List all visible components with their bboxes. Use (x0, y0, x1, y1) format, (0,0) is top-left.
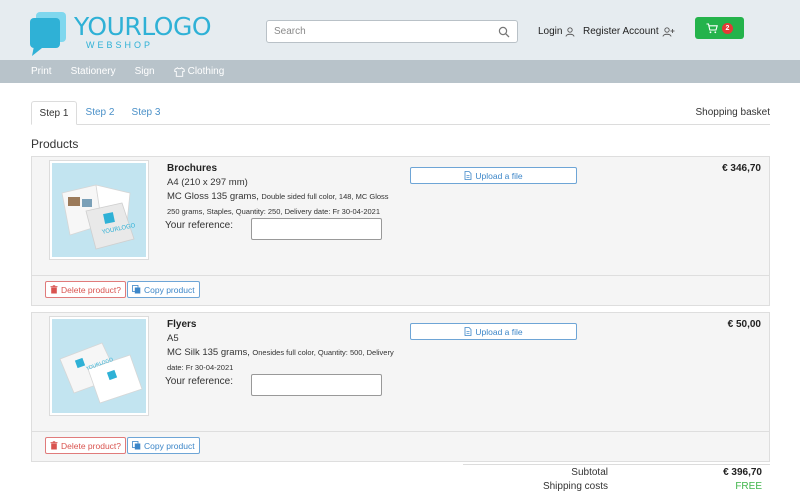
delete-product-label: Delete product? (61, 440, 122, 451)
flyer-image-icon: YOURLOGO (52, 319, 146, 413)
search-icon[interactable] (498, 26, 510, 38)
reference-label: Your reference: (165, 376, 234, 387)
nav-item-clothing-label: Clothing (187, 66, 225, 77)
product-price: € 50,00 (727, 319, 761, 330)
product-price: € 346,70 (722, 163, 761, 174)
checkout-steps: Step 1 Step 2 Step 3 Shopping basket (31, 101, 770, 125)
file-icon (464, 171, 472, 180)
product-paper: MC Gloss 135 grams, (167, 191, 259, 202)
product-card-flyers: YOURLOGO Flyers A5 MC Silk 135 grams, On… (31, 312, 770, 462)
nav-item-stationery[interactable]: Stationery (71, 66, 116, 77)
upload-file-label: Upload a file (475, 170, 523, 181)
shipping-costs-value: FREE (735, 481, 762, 492)
reference-label: Your reference: (165, 220, 234, 231)
copy-product-label: Copy product (144, 440, 195, 451)
file-icon (464, 327, 472, 336)
shopping-basket-label: Shopping basket (695, 107, 770, 118)
delete-product-label: Delete product? (61, 284, 122, 295)
tab-step-3[interactable]: Step 3 (126, 101, 166, 125)
product-description: MC Silk 135 grams, Onesides full color, … (167, 345, 397, 375)
nav-item-sign[interactable]: Sign (135, 66, 155, 77)
copy-icon (132, 441, 141, 450)
products-title: Products (31, 137, 79, 151)
tab-step-2[interactable]: Step 2 (80, 101, 120, 125)
product-name: Flyers (167, 319, 197, 330)
login-label: Login (538, 26, 563, 37)
divider (32, 431, 769, 432)
product-format: A4 (210 x 297 mm) (167, 177, 248, 188)
cart-count-badge: 2 (722, 22, 733, 34)
shipping-costs-label: Shipping costs (542, 481, 608, 492)
copy-product-button[interactable]: Copy product (127, 281, 200, 298)
totals-divider (463, 464, 770, 465)
user-icon (566, 26, 575, 37)
brochure-image-icon: YOURLOGO (52, 163, 146, 257)
subtotal-value: € 396,70 (723, 467, 762, 478)
cart-icon (706, 22, 718, 33)
logo[interactable]: YOURLOGO WEBSHOP (28, 8, 212, 56)
reference-input[interactable] (251, 374, 382, 396)
user-plus-icon (662, 26, 675, 37)
trash-icon (50, 285, 58, 294)
logo-wordmark: YOURLOGO (74, 12, 212, 41)
reference-input[interactable] (251, 218, 382, 240)
register-account-label: Register Account (583, 26, 659, 37)
logo-subtitle: WEBSHOP (86, 40, 154, 50)
delete-product-button[interactable]: Delete product? (45, 281, 127, 298)
product-image-brochures: YOURLOGO (49, 160, 149, 260)
nav-item-print[interactable]: Print (31, 66, 52, 77)
divider (32, 275, 769, 276)
copy-product-label: Copy product (144, 284, 195, 295)
copy-icon (132, 285, 141, 294)
product-format: A5 (167, 333, 179, 344)
product-card-brochures: YOURLOGO Brochures A4 (210 x 297 mm) MC … (31, 156, 770, 306)
product-paper: MC Silk 135 grams, (167, 347, 250, 358)
product-description: MC Gloss 135 grams, Double sided full co… (167, 189, 397, 219)
search-input[interactable] (267, 21, 487, 42)
speech-bubble-logo-icon (30, 12, 66, 56)
upload-file-button[interactable]: Upload a file (410, 323, 577, 340)
upload-file-label: Upload a file (475, 326, 523, 337)
product-name: Brochures (167, 163, 218, 174)
nav-item-clothing[interactable]: Clothing (173, 66, 225, 77)
search-box (266, 20, 518, 43)
tab-step-1[interactable]: Step 1 (31, 101, 77, 125)
copy-product-button[interactable]: Copy product (127, 437, 200, 454)
register-account-link[interactable]: Register Account (583, 26, 675, 37)
trash-icon (50, 441, 58, 450)
header: YOURLOGO WEBSHOP Login Register Account (0, 0, 800, 60)
login-link[interactable]: Login (538, 26, 575, 37)
tshirt-icon (173, 66, 185, 77)
product-image-flyers: YOURLOGO (49, 316, 149, 416)
delete-product-button[interactable]: Delete product? (45, 437, 127, 454)
main-nav: Print Stationery Sign Clothing (0, 60, 800, 83)
subtotal-label: Subtotal (571, 467, 608, 478)
cart-button[interactable]: 2 (695, 17, 744, 39)
upload-file-button[interactable]: Upload a file (410, 167, 577, 184)
